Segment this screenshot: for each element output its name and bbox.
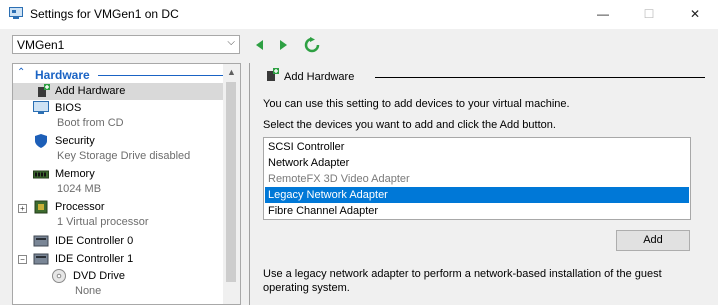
tree-item-label: Processor [55, 201, 105, 213]
add-hardware-icon [38, 84, 50, 97]
bios-icon [33, 101, 49, 114]
minimize-button[interactable]: — [580, 0, 626, 29]
toolbar: VMGen1 ⌵ [0, 29, 718, 61]
tree-item-label: BIOS [55, 102, 82, 114]
list-item-fibre-channel-adapter[interactable]: Fibre Channel Adapter [265, 203, 689, 219]
collapse-icon[interactable]: − [18, 255, 27, 264]
tree-item-processor[interactable]: + Processor 1 Virtual processor [13, 200, 225, 232]
tree-item-sub: 1024 MB [57, 183, 102, 195]
window-title: Settings for VMGen1 on DC [30, 7, 179, 21]
tree-item-ide-controller-0[interactable]: IDE Controller 0 [13, 233, 225, 250]
tree-item-label: Security [55, 135, 95, 147]
device-list[interactable]: SCSI Controller Network Adapter RemoteFX… [263, 137, 691, 220]
close-button[interactable]: ✕ [672, 0, 718, 29]
refresh-icon[interactable] [304, 37, 320, 53]
dvd-drive-icon [52, 269, 66, 283]
panel-instruction: Select the devices you want to add and c… [263, 119, 556, 131]
tree-item-label: IDE Controller 1 [55, 253, 134, 265]
vm-settings-icon [9, 7, 23, 19]
ide-controller-icon [33, 235, 49, 247]
device-description: Use a legacy network adapter to perform … [263, 268, 662, 294]
tree-item-dvd-drive[interactable]: DVD Drive None [13, 269, 225, 301]
title-bar: Settings for VMGen1 on DC — ☐ ✕ [0, 0, 718, 29]
list-item-network-adapter[interactable]: Network Adapter [265, 155, 689, 171]
add-hardware-icon [267, 68, 279, 81]
vm-selector-dropdown[interactable]: VMGen1 ⌵ [12, 35, 240, 54]
tree-item-sub: 1 Virtual processor [57, 216, 149, 228]
list-item-scsi-controller[interactable]: SCSI Controller [265, 139, 689, 155]
tree-item-security[interactable]: Security Key Storage Drive disabled [13, 134, 225, 166]
forward-arrow-icon[interactable] [275, 37, 291, 53]
expand-icon[interactable]: + [18, 204, 27, 213]
pane-divider[interactable] [249, 63, 250, 305]
tree-header-hardware[interactable]: ⌃ Hardware [13, 66, 225, 82]
tree-header-label: Hardware [35, 68, 90, 82]
tree-item-label: DVD Drive [73, 270, 125, 282]
panel-description: You can use this setting to add devices … [263, 98, 570, 110]
tree-item-bios[interactable]: BIOS Boot from CD [13, 101, 225, 133]
vm-selector-value: VMGen1 [17, 38, 65, 52]
header-rule [98, 75, 223, 76]
tree-item-sub: Boot from CD [57, 117, 124, 129]
tree-item-label: Add Hardware [55, 85, 126, 97]
scroll-thumb[interactable] [226, 82, 236, 282]
tree-item-sub: Key Storage Drive disabled [57, 150, 191, 162]
maximize-button[interactable]: ☐ [626, 0, 672, 29]
ide-controller-icon [33, 253, 49, 265]
list-item-legacy-network-adapter[interactable]: Legacy Network Adapter [265, 187, 689, 203]
tree-item-add-hardware[interactable]: Add Hardware [13, 83, 225, 100]
panel-title-rule [375, 77, 705, 78]
tree-scrollbar[interactable]: ▲ [223, 64, 240, 304]
collapse-icon: ⌃ [17, 67, 26, 78]
tree-item-ide-controller-1[interactable]: − IDE Controller 1 [13, 251, 225, 268]
back-arrow-icon[interactable] [252, 37, 268, 53]
tree-item-label: IDE Controller 0 [55, 235, 134, 247]
hardware-tree: ⌃ Hardware Add Hardware BIOS Boot from C… [12, 63, 241, 305]
processor-icon [34, 200, 48, 214]
list-item-remotefx-adapter: RemoteFX 3D Video Adapter [268, 173, 410, 185]
memory-icon [33, 170, 49, 179]
panel-title: Add Hardware [284, 71, 355, 83]
shield-icon [35, 134, 47, 148]
chevron-down-icon: ⌵ [227, 37, 235, 48]
add-button[interactable]: Add [616, 230, 690, 251]
tree-item-sub: None [75, 285, 102, 297]
scroll-up-icon[interactable]: ▲ [223, 64, 240, 81]
tree-item-label: Memory [55, 168, 95, 180]
tree-item-memory[interactable]: Memory 1024 MB [13, 167, 225, 199]
